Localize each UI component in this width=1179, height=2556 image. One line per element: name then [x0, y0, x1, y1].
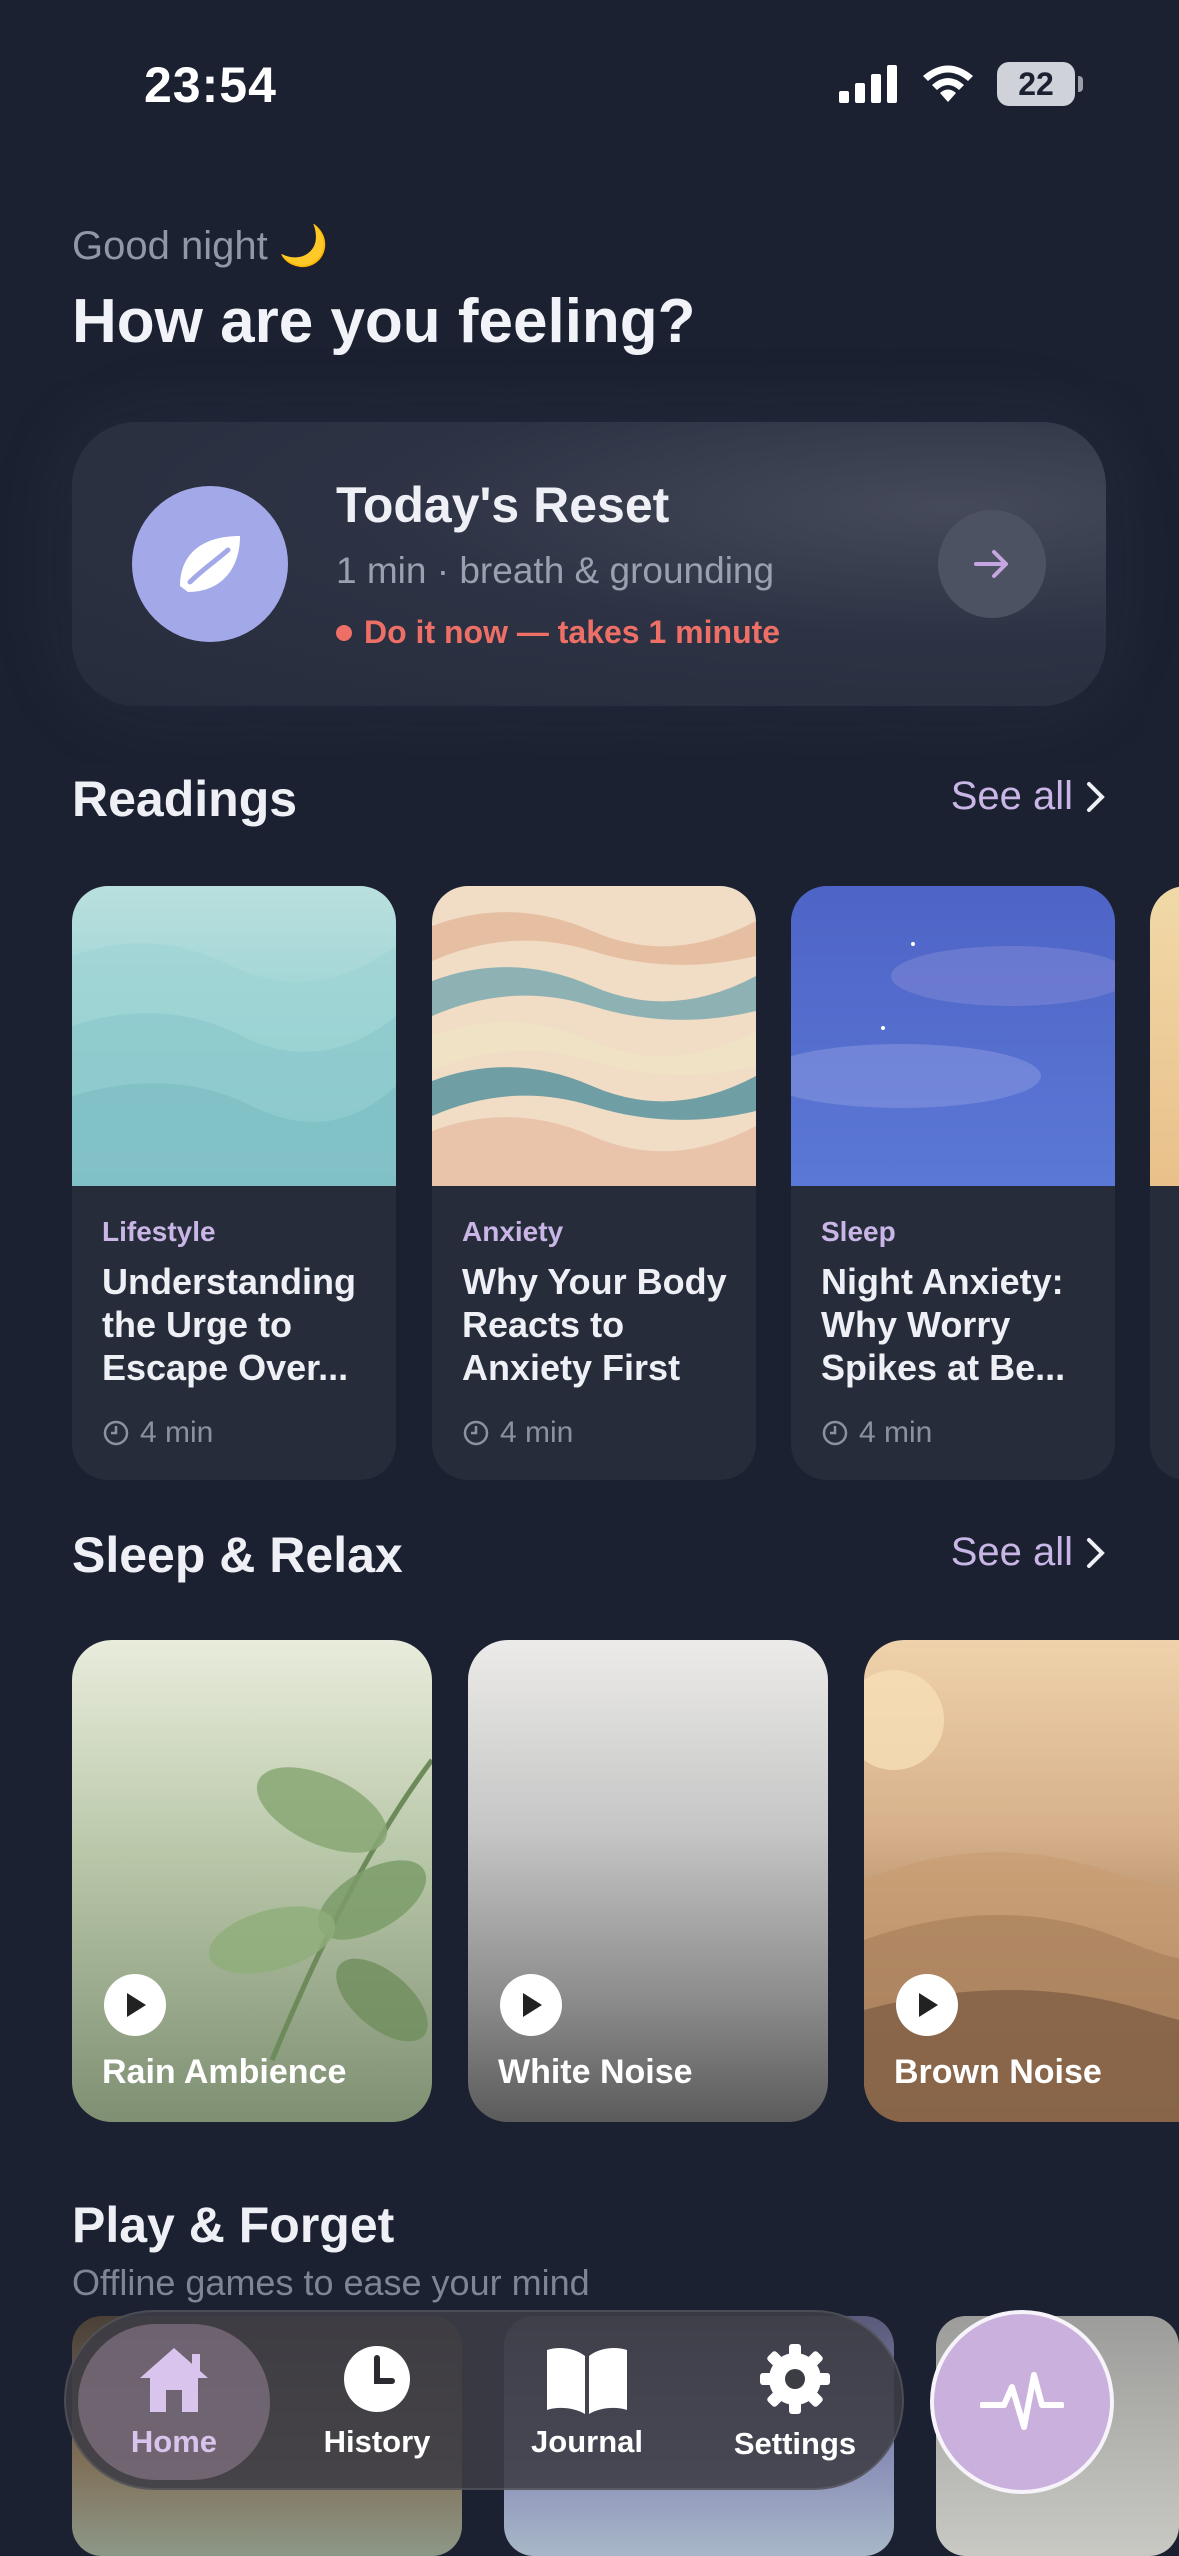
todays-reset-card[interactable]: Today's Reset 1 min · breath & grounding… — [72, 422, 1106, 706]
play-button[interactable] — [500, 1974, 562, 2036]
status-icons: 22 — [839, 62, 1083, 106]
sleep-card-white-noise[interactable]: White Noise — [468, 1640, 828, 2122]
status-time: 23:54 — [144, 57, 277, 113]
sleep-carousel[interactable]: Rain Ambience White Noise Brown Noise — [72, 1640, 1179, 2122]
reset-cta: Do it now — takes 1 minute — [336, 614, 780, 651]
reading-thumbnail — [432, 886, 756, 1186]
reading-category: Sleep — [821, 1216, 896, 1247]
sleep-card-label: Brown Noise — [894, 2053, 1102, 2091]
battery-level: 22 — [1018, 65, 1054, 102]
play-icon — [127, 1993, 146, 2017]
see-all-label: See all — [950, 774, 1073, 818]
wifi-icon — [923, 65, 973, 102]
gear-icon — [760, 2344, 830, 2414]
sleep-see-all-link[interactable]: See all — [951, 1530, 1107, 1575]
clock-icon — [463, 1420, 489, 1446]
sleep-relax-title: Sleep & Relax — [72, 1527, 403, 1583]
reading-thumbnail — [791, 886, 1115, 1186]
reset-title: Today's Reset — [336, 477, 670, 533]
book-icon — [547, 2348, 627, 2414]
reset-subtitle: 1 min · breath & grounding — [336, 550, 775, 591]
play-icon — [523, 1993, 542, 2017]
play-icon — [919, 1993, 938, 2017]
readings-title: Readings — [72, 771, 298, 827]
chevron-right-icon — [1087, 781, 1105, 812]
desert-illustration — [864, 1670, 1179, 2122]
reading-duration-label: 4 min — [859, 1416, 933, 1449]
chevron-right-icon — [1087, 1537, 1105, 1568]
reading-thumbnail — [72, 886, 396, 1186]
reading-category: Anxiety — [462, 1216, 564, 1247]
home-icon — [140, 2348, 208, 2412]
battery-icon: 22 — [997, 62, 1083, 106]
play-button[interactable] — [104, 1974, 166, 2036]
reading-duration: 4 min — [102, 1416, 213, 1450]
alert-dot-icon — [336, 624, 352, 641]
reset-start-button[interactable] — [938, 510, 1046, 618]
play-forget-title: Play & Forget — [72, 2197, 395, 2253]
tab-history[interactable]: History — [282, 2312, 472, 2492]
clock-icon — [103, 1420, 129, 1446]
reading-card[interactable]: Anxiety Why Your Body Reacts to Anxiety … — [432, 886, 756, 1480]
page-title: How are you feeling? — [72, 287, 696, 356]
tab-home[interactable]: Home — [78, 2324, 270, 2480]
pulse-icon — [980, 2372, 1064, 2430]
reset-cta-label: Do it now — takes 1 minute — [364, 614, 781, 650]
reading-card[interactable]: Lifestyle Understanding the Urge to Esca… — [72, 886, 396, 1480]
reading-card[interactable] — [1150, 886, 1179, 1480]
tab-settings[interactable]: Settings — [700, 2312, 890, 2492]
clock-icon — [822, 1420, 848, 1446]
tab-journal[interactable]: Journal — [492, 2312, 682, 2492]
tab-label: Home — [130, 2424, 218, 2459]
greeting-subtitle: Good night 🌙 — [72, 224, 329, 268]
sleep-card-label: Rain Ambience — [102, 2053, 347, 2091]
play-forget-subtitle: Offline games to ease your mind — [72, 2262, 590, 2303]
reading-category: Lifestyle — [102, 1216, 216, 1247]
arrow-right-icon — [974, 550, 1008, 578]
clock-icon — [344, 2346, 410, 2412]
play-button[interactable] — [896, 1974, 958, 2036]
cellular-signal-icon — [839, 65, 897, 103]
readings-see-all-link[interactable]: See all — [951, 774, 1107, 819]
sleep-card-brown-noise[interactable]: Brown Noise — [864, 1640, 1179, 2122]
reading-card[interactable]: Sleep Night Anxiety: Why Worry Spikes at… — [791, 886, 1115, 1480]
sleep-card-rain[interactable]: Rain Ambience — [72, 1640, 432, 2122]
leaf-icon — [132, 486, 288, 642]
sleep-card-label: White Noise — [498, 2053, 693, 2091]
reading-duration-label: 4 min — [140, 1416, 214, 1449]
mood-check-fab-button[interactable] — [930, 2310, 1114, 2494]
readings-carousel[interactable]: Lifestyle Understanding the Urge to Esca… — [72, 886, 1179, 1480]
reading-duration-label: 4 min — [500, 1416, 574, 1449]
reading-title: Night Anxiety: Why Worry Spikes at Be... — [821, 1261, 1066, 1388]
leaf-illustration — [208, 1758, 432, 2061]
tab-label: Journal — [531, 2424, 643, 2459]
bottom-tab-bar: Home History Journal Settings — [64, 2310, 904, 2490]
reading-duration: 4 min — [462, 1416, 573, 1450]
tab-label: Settings — [733, 2426, 857, 2461]
tab-label: History — [323, 2424, 431, 2459]
see-all-label: See all — [950, 1530, 1073, 1574]
reading-title: Why Your Body Reacts to Anxiety First — [462, 1261, 727, 1388]
reading-duration: 4 min — [821, 1416, 932, 1450]
reading-title: Understanding the Urge to Escape Over... — [102, 1261, 357, 1388]
